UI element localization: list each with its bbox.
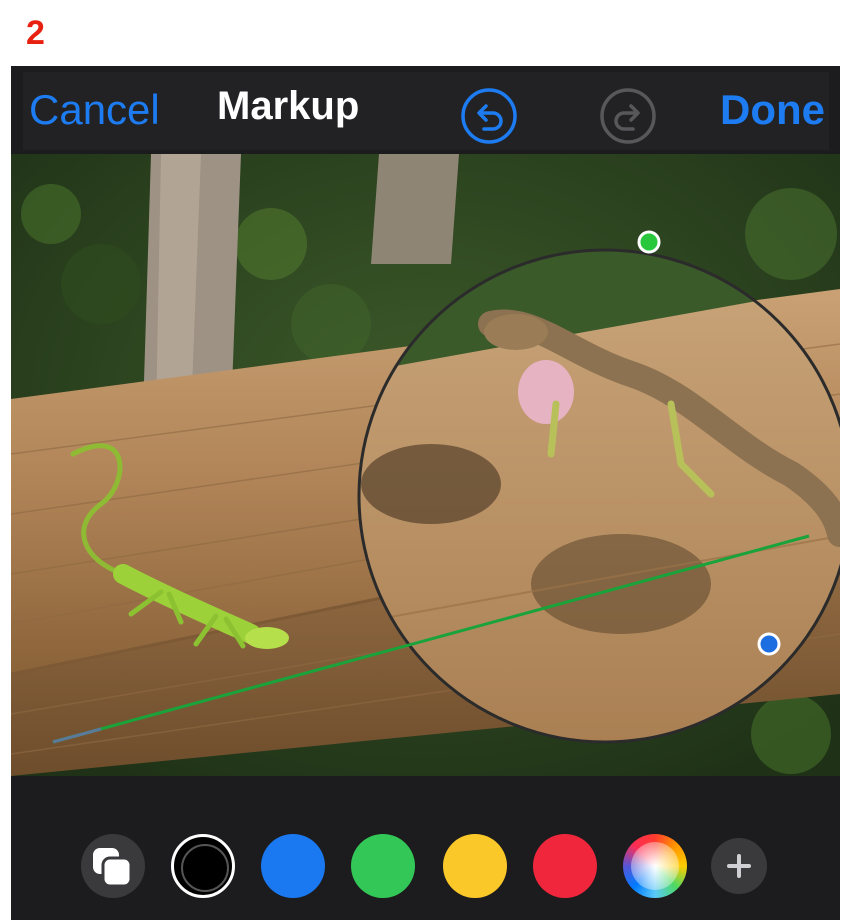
step-number: 2 <box>26 14 45 52</box>
redo-icon[interactable] <box>599 87 657 145</box>
color-blue[interactable] <box>261 834 325 898</box>
color-yellow[interactable] <box>443 834 507 898</box>
photo-image <box>11 154 840 776</box>
markup-toolbar: Cancel Markup Done <box>23 72 829 150</box>
markup-screen: Cancel Markup Done <box>11 66 840 920</box>
page-title: Markup <box>217 84 360 128</box>
color-green[interactable] <box>351 834 415 898</box>
photo-canvas[interactable] <box>11 154 840 776</box>
plus-icon[interactable] <box>711 838 767 894</box>
loupe-zoom-handle[interactable] <box>757 632 781 656</box>
undo-icon[interactable] <box>460 87 518 145</box>
color-red[interactable] <box>533 834 597 898</box>
color-wheel-icon[interactable] <box>623 834 687 898</box>
loupe-size-handle[interactable] <box>637 230 661 254</box>
color-black[interactable] <box>171 834 235 898</box>
cancel-button[interactable]: Cancel <box>29 86 160 134</box>
done-button[interactable]: Done <box>720 86 825 134</box>
color-palette <box>11 826 840 920</box>
layers-icon[interactable] <box>81 834 145 898</box>
